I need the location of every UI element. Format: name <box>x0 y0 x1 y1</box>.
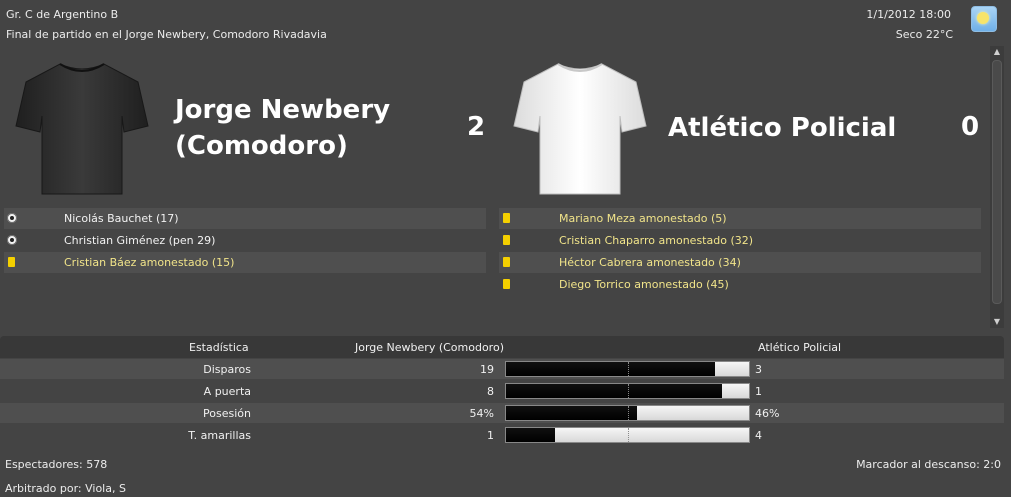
yellow-card-icon <box>503 279 510 289</box>
match-datetime: 1/1/2012 18:00 <box>866 8 951 21</box>
stats-header-away: Atlético Policial <box>758 341 842 354</box>
stat-bar-midline <box>628 384 629 398</box>
stat-bar <box>505 383 750 399</box>
away-team-name: Atlético Policial <box>668 113 897 143</box>
stat-label: T. amarillas <box>188 429 251 442</box>
stats-header-home: Jorge Newbery (Comodoro) <box>355 341 504 354</box>
stat-bar-midline <box>628 406 629 420</box>
away-event-text: Diego Torrico amonestado (45) <box>559 278 729 291</box>
stat-home-value: 19 <box>480 363 494 376</box>
yellow-card-icon <box>503 213 510 223</box>
stat-bar-fill <box>506 384 723 398</box>
stat-row: T. amarillas 1 4 <box>0 425 1004 445</box>
home-event-row: Cristian Báez amonestado (15) <box>4 252 486 273</box>
stat-bar <box>505 361 750 377</box>
away-event-text: Cristian Chaparro amonestado (32) <box>559 234 754 247</box>
scroll-up-arrow-icon[interactable]: ▲ <box>990 46 1004 58</box>
stat-bar <box>505 405 750 421</box>
home-shirt-icon <box>15 63 149 195</box>
away-event-row: Diego Torrico amonestado (45) <box>499 274 981 295</box>
stat-bar-fill <box>506 406 638 420</box>
stat-bar-midline <box>628 428 629 442</box>
home-event-row: Christian Giménez (pen 29) <box>4 230 486 251</box>
stat-bar-fill <box>506 362 715 376</box>
venue-label: Final de partido en el Jorge Newbery, Co… <box>6 28 327 41</box>
home-event-text: Nicolás Bauchet (17) <box>64 212 179 225</box>
home-team-name: Jorge Newbery (Comodoro) <box>175 95 391 161</box>
stat-home-value: 54% <box>469 407 494 420</box>
stats-header: Estadística Jorge Newbery (Comodoro) Atl… <box>0 336 1004 358</box>
stat-away-value: 4 <box>755 429 762 442</box>
stat-row: Disparos 19 3 <box>0 359 1004 379</box>
stat-row: A puerta 8 1 <box>0 381 1004 401</box>
stat-bar-fill <box>506 428 555 442</box>
yellow-card-icon <box>503 235 510 245</box>
competition-label: Gr. C de Argentino B <box>6 8 119 21</box>
yellow-card-icon <box>8 257 15 267</box>
scroll-down-arrow-icon[interactable]: ▼ <box>990 316 1004 328</box>
away-event-text: Mariano Meza amonestado (5) <box>559 212 727 225</box>
stat-away-value: 46% <box>755 407 780 420</box>
away-event-row: Héctor Cabrera amonestado (34) <box>499 252 981 273</box>
stat-home-value: 8 <box>487 385 494 398</box>
away-shirt-icon <box>513 63 647 195</box>
away-event-text: Héctor Cabrera amonestado (34) <box>559 256 741 269</box>
stat-home-value: 1 <box>487 429 494 442</box>
home-event-row: Nicolás Bauchet (17) <box>4 208 486 229</box>
goal-ball-icon <box>7 213 17 223</box>
sunny-icon <box>971 6 997 32</box>
stat-row: Posesión 54% 46% <box>0 403 1004 423</box>
home-event-text: Cristian Báez amonestado (15) <box>64 256 235 269</box>
scrollbar-thumb[interactable] <box>992 60 1002 304</box>
stat-label: A puerta <box>203 385 251 398</box>
away-event-row: Mariano Meza amonestado (5) <box>499 208 981 229</box>
away-score: 0 <box>961 112 980 142</box>
referee-label: Arbitrado por: Viola, S <box>5 482 126 495</box>
stat-label: Posesión <box>203 407 251 420</box>
stat-away-value: 1 <box>755 385 762 398</box>
home-event-text: Christian Giménez (pen 29) <box>64 234 216 247</box>
spectators-label: Espectadores: 578 <box>5 458 108 471</box>
yellow-card-icon <box>503 257 510 267</box>
stat-bar-midline <box>628 362 629 376</box>
home-score: 2 <box>467 112 486 142</box>
weather-label: Seco 22°C <box>895 28 953 41</box>
goal-ball-icon <box>7 235 17 245</box>
stat-label: Disparos <box>203 363 251 376</box>
stat-away-value: 3 <box>755 363 762 376</box>
stat-bar <box>505 427 750 443</box>
away-event-row: Cristian Chaparro amonestado (32) <box>499 230 981 251</box>
stats-header-label: Estadística <box>189 341 249 354</box>
halftime-score-label: Marcador al descanso: 2:0 <box>856 458 1001 471</box>
